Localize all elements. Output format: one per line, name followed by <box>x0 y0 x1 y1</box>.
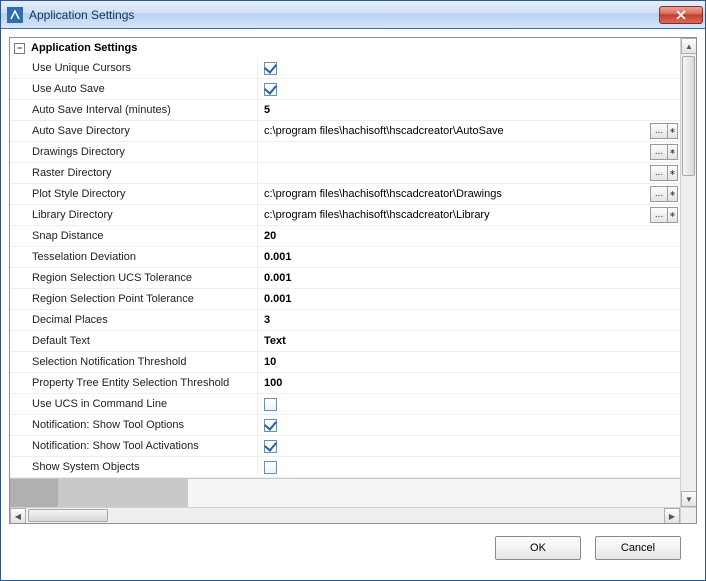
settings-window: Application Settings − Application Setti… <box>0 0 706 581</box>
prop-value[interactable]: 5 <box>258 100 680 120</box>
app-icon <box>7 7 23 23</box>
window-title: Application Settings <box>29 8 134 22</box>
property-grid: − Application Settings Use Unique Cursor… <box>9 37 697 524</box>
prop-value[interactable]: c:\program files\hachisoft\hscadcreator\… <box>258 184 680 204</box>
prop-row: Auto Save Interval (minutes) 5 <box>10 100 680 121</box>
prop-label: Show System Objects <box>10 457 258 477</box>
prop-label: Region Selection Point Tolerance <box>10 289 258 309</box>
prop-row: Plot Style Directory c:\program files\ha… <box>10 184 680 205</box>
prop-value[interactable]: 10 <box>258 352 680 372</box>
ok-button[interactable]: OK <box>495 536 581 560</box>
group-title: Application Settings <box>31 42 137 54</box>
checkbox-notif-tool-options[interactable] <box>264 419 277 432</box>
prop-label: Property Tree Entity Selection Threshold <box>10 373 258 393</box>
prop-value[interactable]: 0.001 <box>258 268 680 288</box>
description-pane <box>10 478 680 507</box>
prop-row: Selection Notification Threshold 10 <box>10 352 680 373</box>
collapse-toggle[interactable]: − <box>14 43 25 54</box>
prop-value[interactable]: 3 <box>258 310 680 330</box>
prop-label: Use Unique Cursors <box>10 58 258 78</box>
prop-label: Snap Distance <box>10 226 258 246</box>
prop-label: Region Selection UCS Tolerance <box>10 268 258 288</box>
prop-row: Use Auto Save <box>10 79 680 100</box>
scroll-corner <box>680 507 696 523</box>
prop-row: Default Text Text <box>10 331 680 352</box>
titlebar[interactable]: Application Settings <box>1 1 705 29</box>
prop-row: Snap Distance 20 <box>10 226 680 247</box>
vertical-scrollbar[interactable]: ▲ ▼ <box>680 38 696 507</box>
prop-row: Use Unique Cursors <box>10 58 680 79</box>
browse-button[interactable]: ... <box>650 144 668 160</box>
path-text: c:\program files\hachisoft\hscadcreator\… <box>264 209 490 221</box>
scroll-up-arrow[interactable]: ▲ <box>681 38 697 54</box>
browse-button[interactable]: ... <box>650 207 668 223</box>
content-area: − Application Settings Use Unique Cursor… <box>1 29 705 580</box>
browse-button[interactable]: ... <box>650 186 668 202</box>
prop-value[interactable]: ... ∗ <box>258 142 680 162</box>
checkbox-use-auto-save[interactable] <box>264 83 277 96</box>
prop-value[interactable]: ... ∗ <box>258 163 680 183</box>
prop-row: Show System Objects <box>10 457 680 478</box>
dropdown-aux-button[interactable]: ∗ <box>668 144 678 160</box>
prop-label: Raster Directory <box>10 163 258 183</box>
prop-label: Use Auto Save <box>10 79 258 99</box>
prop-label: Notification: Show Tool Activations <box>10 436 258 456</box>
prop-row: Library Directory c:\program files\hachi… <box>10 205 680 226</box>
prop-row: Notification: Show Tool Activations <box>10 436 680 457</box>
prop-label: Tesselation Deviation <box>10 247 258 267</box>
prop-label: Drawings Directory <box>10 142 258 162</box>
prop-label: Auto Save Directory <box>10 121 258 141</box>
prop-label: Plot Style Directory <box>10 184 258 204</box>
prop-row: Raster Directory ... ∗ <box>10 163 680 184</box>
scroll-right-arrow[interactable]: ▶ <box>664 508 680 524</box>
prop-value[interactable]: 20 <box>258 226 680 246</box>
dropdown-aux-button[interactable]: ∗ <box>668 165 678 181</box>
path-text: c:\program files\hachisoft\hscadcreator\… <box>264 188 502 200</box>
scroll-thumb[interactable] <box>682 56 695 176</box>
prop-label: Selection Notification Threshold <box>10 352 258 372</box>
close-icon <box>676 10 686 20</box>
browse-button[interactable]: ... <box>650 123 668 139</box>
prop-row: Property Tree Entity Selection Threshold… <box>10 373 680 394</box>
checkbox-notif-tool-activations[interactable] <box>264 440 277 453</box>
dropdown-aux-button[interactable]: ∗ <box>668 123 678 139</box>
checkbox-show-system-objects[interactable] <box>264 461 277 474</box>
prop-value[interactable]: 100 <box>258 373 680 393</box>
checkbox-use-ucs-cmdline[interactable] <box>264 398 277 411</box>
prop-label: Auto Save Interval (minutes) <box>10 100 258 120</box>
dropdown-aux-button[interactable]: ∗ <box>668 207 678 223</box>
prop-label: Notification: Show Tool Options <box>10 415 258 435</box>
prop-value[interactable]: c:\program files\hachisoft\hscadcreator\… <box>258 205 680 225</box>
prop-row: Use UCS in Command Line <box>10 394 680 415</box>
prop-label: Library Directory <box>10 205 258 225</box>
prop-value[interactable]: 0.001 <box>258 289 680 309</box>
prop-row: Region Selection Point Tolerance 0.001 <box>10 289 680 310</box>
scroll-left-arrow[interactable]: ◀ <box>10 508 26 524</box>
prop-value[interactable]: 0.001 <box>258 247 680 267</box>
prop-value[interactable]: Text <box>258 331 680 351</box>
dropdown-aux-button[interactable]: ∗ <box>668 186 678 202</box>
prop-row: Auto Save Directory c:\program files\hac… <box>10 121 680 142</box>
horizontal-scrollbar[interactable]: ◀ ▶ <box>10 507 680 523</box>
cancel-button[interactable]: Cancel <box>595 536 681 560</box>
prop-value[interactable]: c:\program files\hachisoft\hscadcreator\… <box>258 121 680 141</box>
prop-row: Tesselation Deviation 0.001 <box>10 247 680 268</box>
prop-label: Use UCS in Command Line <box>10 394 258 414</box>
checkbox-use-unique-cursors[interactable] <box>264 62 277 75</box>
prop-row: Notification: Show Tool Options <box>10 415 680 436</box>
prop-row: Decimal Places 3 <box>10 310 680 331</box>
scroll-down-arrow[interactable]: ▼ <box>681 491 697 507</box>
prop-row: Region Selection UCS Tolerance 0.001 <box>10 268 680 289</box>
scroll-thumb-h[interactable] <box>28 509 108 522</box>
group-header: − Application Settings <box>10 38 680 58</box>
prop-row: Drawings Directory ... ∗ <box>10 142 680 163</box>
path-text: c:\program files\hachisoft\hscadcreator\… <box>264 125 504 137</box>
dialog-button-row: OK Cancel <box>9 524 697 572</box>
browse-button[interactable]: ... <box>650 165 668 181</box>
prop-label: Default Text <box>10 331 258 351</box>
close-button[interactable] <box>659 6 703 24</box>
prop-label: Decimal Places <box>10 310 258 330</box>
